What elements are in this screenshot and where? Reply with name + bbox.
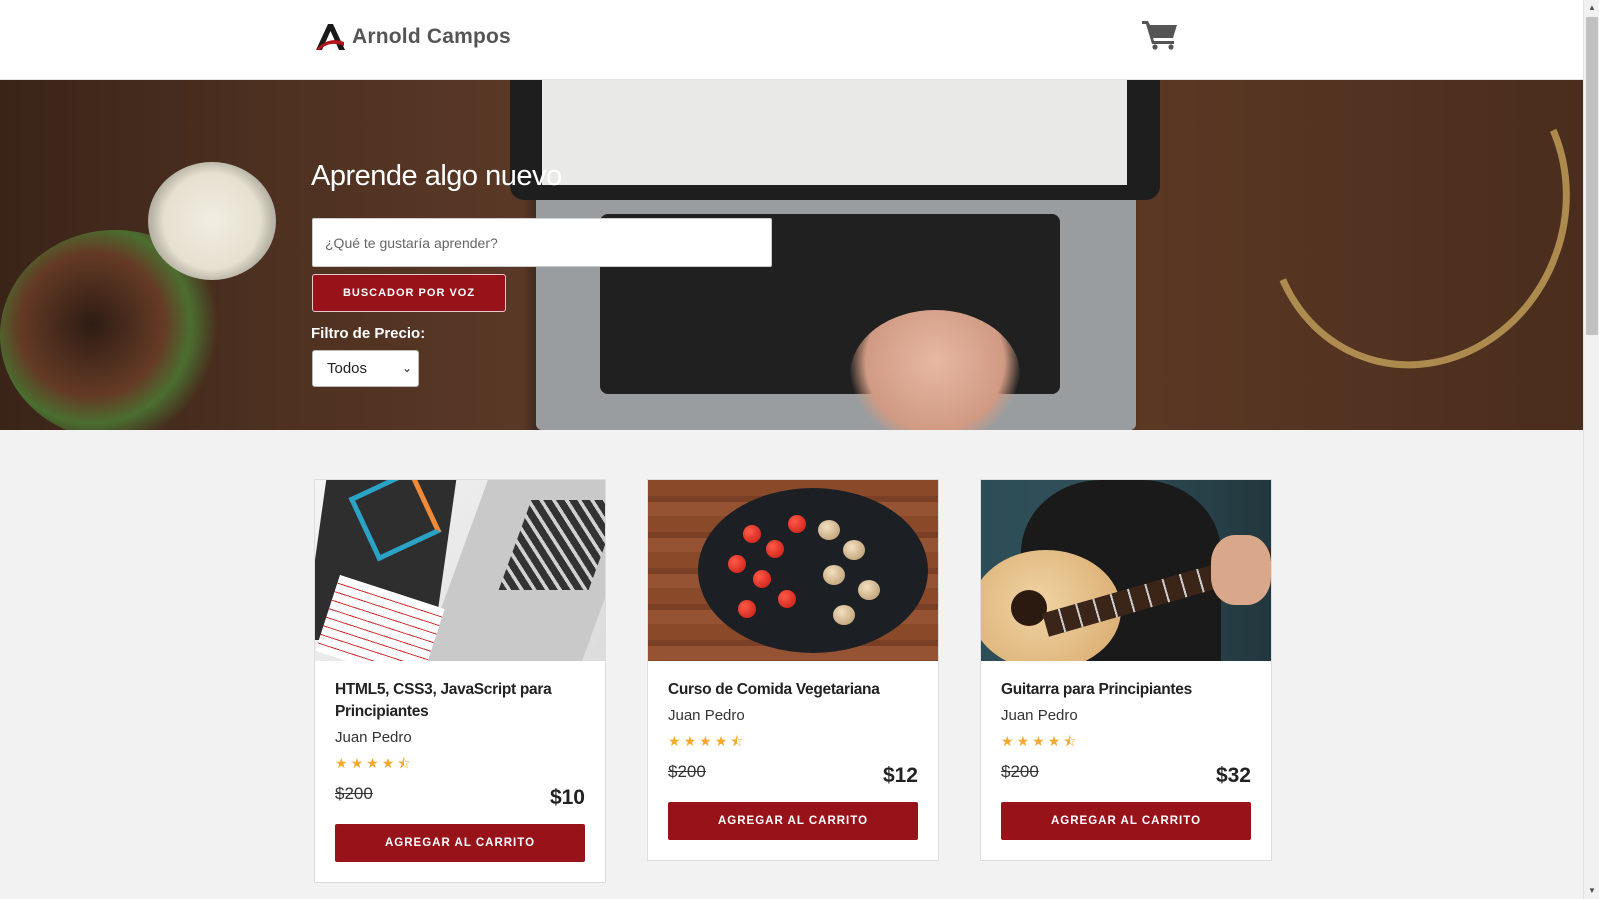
vertical-scrollbar[interactable]: ▲ ▼ xyxy=(1583,0,1599,899)
tomato-shape xyxy=(766,540,784,558)
half-star-icon: ⯪ xyxy=(730,733,744,749)
hero-laptop-screen-content xyxy=(542,80,1127,185)
course-rating: ★ ★ ★ ★ ⯪ xyxy=(668,734,918,748)
course-image-html-css xyxy=(315,480,605,661)
chevron-down-icon: ⌄ xyxy=(401,361,412,375)
course-old-price: $200 xyxy=(668,762,706,781)
course-price: $32 xyxy=(1215,764,1251,787)
course-prices: $200 $32 xyxy=(1001,760,1251,792)
course-title: Curso de Comida Vegetariana xyxy=(668,681,880,698)
voice-search-button[interactable]: BUSCADOR POR VOZ xyxy=(312,274,506,312)
course-author: Juan Pedro xyxy=(335,729,412,746)
course-card: Guitarra para Principiantes Juan Pedro ★… xyxy=(980,479,1272,861)
star-icon: ★ xyxy=(1032,733,1045,749)
shopping-cart-icon[interactable] xyxy=(1141,18,1179,50)
course-title: Guitarra para Principiantes xyxy=(1001,681,1192,698)
course-price: $12 xyxy=(882,764,918,787)
site-header: Arnold Campos xyxy=(0,0,1583,80)
star-icon: ★ xyxy=(335,755,348,771)
star-icon: ★ xyxy=(350,755,364,771)
course-title: HTML5, CSS3, JavaScript para Principiant… xyxy=(335,681,552,720)
course-card: HTML5, CSS3, JavaScript para Principiant… xyxy=(314,479,606,883)
star-icon: ★ xyxy=(381,755,395,771)
star-icon: ★ xyxy=(714,733,728,749)
mushroom-shape xyxy=(858,580,880,600)
hero-title: Aprende algo nuevo xyxy=(311,160,562,192)
star-icon: ★ xyxy=(1001,733,1014,749)
star-icon: ★ xyxy=(1016,733,1030,749)
hero-decor-ring xyxy=(1220,80,1583,412)
tomato-shape xyxy=(778,590,796,608)
course-image-guitar xyxy=(981,480,1271,661)
brand-name: Arnold Campos xyxy=(352,25,511,48)
course-author: Juan Pedro xyxy=(1001,707,1078,724)
course-image-vegetarian xyxy=(648,480,938,661)
star-icon: ★ xyxy=(683,733,697,749)
course-prices: $200 $12 xyxy=(668,760,918,792)
mushroom-shape xyxy=(843,540,865,560)
hand-shape xyxy=(1211,535,1271,605)
course-rating: ★ ★ ★ ★ ⯪ xyxy=(1001,734,1251,748)
tomato-shape xyxy=(788,515,806,533)
course-prices: $200 $10 xyxy=(335,782,585,814)
brand-logo[interactable]: Arnold Campos xyxy=(314,22,511,52)
price-filter-label: Filtro de Precio: xyxy=(311,325,426,342)
add-to-cart-button[interactable]: AGREGAR AL CARRITO xyxy=(335,824,585,862)
add-to-cart-button[interactable]: AGREGAR AL CARRITO xyxy=(668,802,918,840)
hero-banner: Aprende algo nuevo BUSCADOR POR VOZ Filt… xyxy=(0,80,1583,430)
tomato-shape xyxy=(728,555,746,573)
mushroom-shape xyxy=(818,520,840,540)
guitar-hole-shape xyxy=(1011,590,1047,626)
star-icon: ★ xyxy=(1047,733,1061,749)
half-star-icon: ⯪ xyxy=(1063,733,1077,749)
mushroom-shape xyxy=(833,605,855,625)
tomato-shape xyxy=(738,600,756,618)
hero-candle-image xyxy=(148,162,276,280)
price-filter-select[interactable]: Todos ⌄ xyxy=(312,350,419,387)
course-card: Curso de Comida Vegetariana Juan Pedro ★… xyxy=(647,479,939,861)
tomato-shape xyxy=(753,570,771,588)
scrollbar-thumb[interactable] xyxy=(1586,17,1598,335)
hero-hand-image xyxy=(850,310,1020,430)
scroll-down-arrow-icon[interactable]: ▼ xyxy=(1584,883,1599,899)
star-icon: ★ xyxy=(699,733,712,749)
course-author: Juan Pedro xyxy=(668,707,745,724)
search-input[interactable] xyxy=(312,218,772,267)
star-icon: ★ xyxy=(366,755,379,771)
tomato-shape xyxy=(743,525,761,543)
course-price: $10 xyxy=(549,786,585,809)
brand-logo-icon xyxy=(316,24,345,50)
mushroom-shape xyxy=(823,565,845,585)
half-star-icon: ⯪ xyxy=(397,755,411,771)
scroll-up-arrow-icon[interactable]: ▲ xyxy=(1584,0,1599,16)
course-old-price: $200 xyxy=(1001,762,1039,781)
add-to-cart-button[interactable]: AGREGAR AL CARRITO xyxy=(1001,802,1251,840)
course-rating: ★ ★ ★ ★ ⯪ xyxy=(335,756,585,770)
price-filter-selected-value: Todos xyxy=(327,360,368,377)
course-old-price: $200 xyxy=(335,784,373,803)
star-icon: ★ xyxy=(668,733,681,749)
